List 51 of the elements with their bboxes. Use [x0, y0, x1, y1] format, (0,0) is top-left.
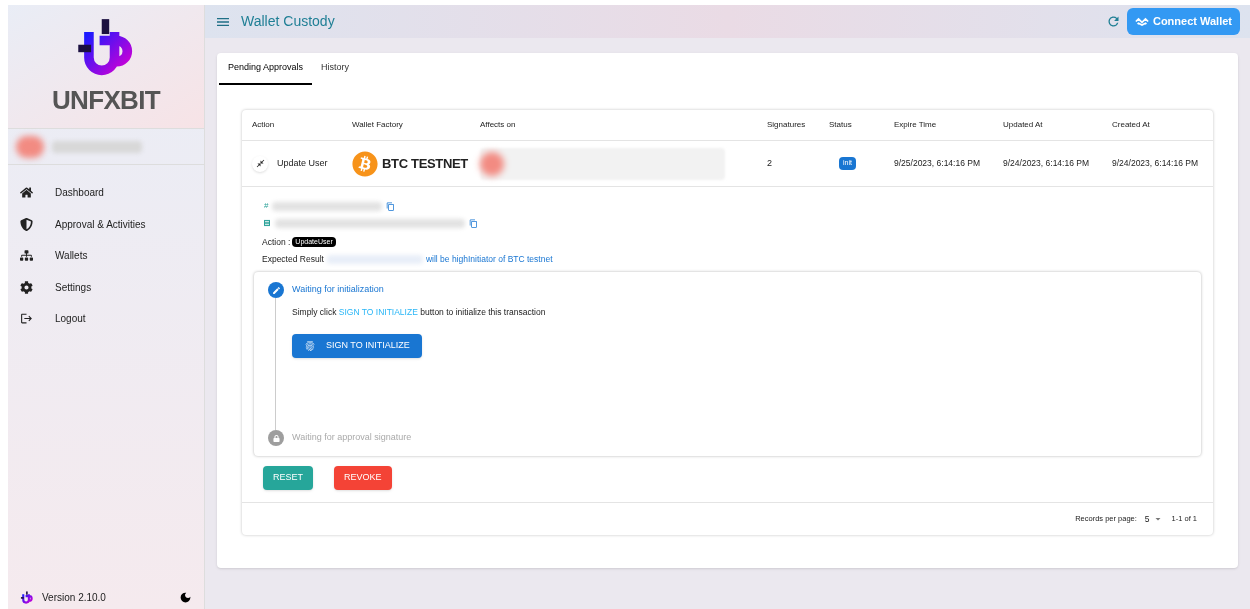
column-header: Wallet Factory [352, 119, 404, 131]
tab[interactable]: Pending Approvals [219, 53, 313, 85]
collapse-icon [255, 159, 265, 168]
table-cell-text: 9/24/2023, 6:14:16 PM [1112, 157, 1199, 170]
revoke-button[interactable]: REVOKE [334, 466, 392, 490]
column-header: Signatures [767, 119, 807, 131]
fingerprint-icon [304, 339, 316, 352]
nav-item[interactable]: Dashboard [8, 177, 204, 209]
copy-icon[interactable] [469, 218, 478, 228]
table-cell-text: 2 [767, 156, 773, 170]
action-label: Action : [262, 235, 291, 249]
wave-icon [1134, 17, 1149, 26]
nav-item[interactable]: Settings [8, 271, 204, 303]
logout-icon [20, 312, 33, 326]
hash-mark: # [264, 200, 269, 212]
column-header: Action [252, 119, 276, 131]
shield-icon [20, 217, 33, 231]
refresh-icon[interactable] [1105, 14, 1121, 29]
column-header: Affects on [480, 119, 517, 131]
table-cell-text: 9/24/2023, 6:14:16 PM [1003, 157, 1090, 170]
bitcoin-icon [352, 150, 378, 177]
expected-result-text: will be highInitiator of BTC testnet [425, 253, 553, 266]
brand-name: UNFXBIT [51, 84, 161, 117]
table-cell-text: BTC TESTNET [382, 154, 468, 173]
step-instruction: Simply click SIGN TO INITIALIZE button to initialize this transaction [292, 306, 547, 319]
column-header: Updated At [1003, 119, 1044, 131]
column-header: Created At [1112, 119, 1151, 131]
logo-icon [20, 590, 34, 605]
expected-result-label: Expected Result [262, 253, 324, 266]
copy-icon[interactable] [386, 201, 396, 211]
table-cell-text: 9/25/2023, 6:14:16 PM [894, 157, 981, 170]
settings-icon [20, 280, 33, 294]
collapse-button[interactable] [252, 155, 268, 172]
step-title: Waiting for approval signature [292, 431, 412, 445]
page-title: Wallet Custody [241, 12, 335, 31]
version-text: Version 2.10.0 [42, 591, 106, 605]
tab[interactable]: History [312, 53, 359, 85]
column-header: Expire Time [894, 119, 938, 131]
table-cell-text: Update User [277, 156, 328, 170]
hierarchy-icon [20, 249, 33, 263]
moon-icon[interactable] [179, 591, 192, 604]
home-icon [20, 186, 33, 200]
step-title: Waiting for initialization [292, 283, 384, 297]
redacted-blur [16, 135, 44, 158]
sign-to-initialize-button[interactable]: SIGN TO INITIALIZE [292, 333, 422, 358]
column-header: Status [829, 119, 853, 131]
nav-item[interactable]: Approval & Activities [8, 208, 204, 240]
nav-item[interactable]: Wallets [8, 240, 204, 272]
receipt-icon [263, 219, 271, 227]
per-page-select[interactable]: 5 [1144, 512, 1164, 526]
nav-item[interactable]: Logout [8, 303, 204, 335]
